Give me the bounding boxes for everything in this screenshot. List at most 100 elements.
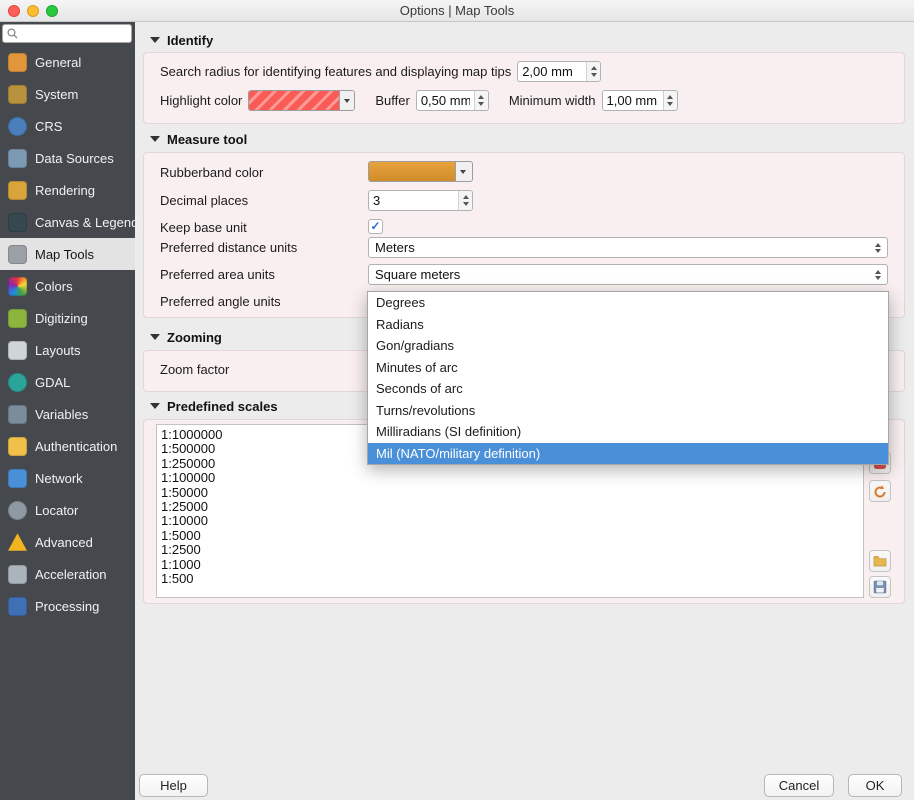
angle-option[interactable]: Seconds of arc xyxy=(368,378,888,400)
angle-option[interactable]: Mil (NATO/military definition) xyxy=(368,443,888,465)
keep-base-unit-label: Keep base unit xyxy=(160,220,247,236)
sidebar-item[interactable]: Advanced xyxy=(0,526,135,558)
angle-option[interactable]: Minutes of arc xyxy=(368,357,888,379)
warning-icon xyxy=(8,533,27,552)
search-radius-spinbox[interactable] xyxy=(517,61,601,82)
sidebar-item-label: CRS xyxy=(35,119,62,134)
sidebar-item-label: Colors xyxy=(35,279,73,294)
sidebar-item-label: Acceleration xyxy=(35,567,107,582)
folder-icon xyxy=(873,554,887,568)
sidebar-item[interactable]: GDAL xyxy=(0,366,135,398)
search-radius-row: Search radius for identifying features a… xyxy=(160,61,601,82)
sidebar-item[interactable]: Digitizing xyxy=(0,302,135,334)
scale-list-item[interactable]: 1:100000 xyxy=(161,471,863,485)
network-icon xyxy=(8,469,27,488)
digitizing-icon xyxy=(8,309,27,328)
keep-base-unit-checkbox[interactable]: ✓ xyxy=(368,219,383,234)
magnifier-icon xyxy=(8,501,27,520)
search-icon xyxy=(7,28,18,39)
sidebar: General System CRS Data Sources Renderin… xyxy=(0,22,135,800)
sidebar-item[interactable]: Network xyxy=(0,462,135,494)
sidebar-item-label: GDAL xyxy=(35,375,70,390)
buffer-spinbox[interactable] xyxy=(416,90,489,111)
cancel-button[interactable]: Cancel xyxy=(764,774,834,797)
sidebar-item[interactable]: General xyxy=(0,46,135,78)
combo-arrows-icon xyxy=(875,243,881,253)
buffer-input[interactable] xyxy=(417,91,474,110)
sidebar-item[interactable]: CRS xyxy=(0,110,135,142)
sidebar-item[interactable]: Rendering xyxy=(0,174,135,206)
export-scales-button[interactable] xyxy=(869,576,891,598)
processing-gear-icon xyxy=(8,597,27,616)
gears-icon xyxy=(8,85,27,104)
identify-section-header[interactable]: Identify xyxy=(150,32,213,48)
help-button[interactable]: Help xyxy=(139,774,208,797)
sidebar-item-label: Canvas & Legend xyxy=(35,215,138,230)
rubberband-color-button[interactable] xyxy=(368,161,473,182)
chip-icon xyxy=(8,565,27,584)
area-units-value: Square meters xyxy=(375,267,460,282)
min-width-spinbox[interactable] xyxy=(602,90,678,111)
highlight-color-button[interactable] xyxy=(248,90,355,111)
measure-section-header[interactable]: Measure tool xyxy=(150,131,247,147)
scales-section-header[interactable]: Predefined scales xyxy=(150,398,278,414)
map-tools-icon xyxy=(8,245,27,264)
angle-option[interactable]: Turns/revolutions xyxy=(368,400,888,422)
collapse-arrow-icon xyxy=(150,37,160,43)
restore-default-scales-button[interactable] xyxy=(869,480,891,502)
scales-header-label: Predefined scales xyxy=(167,399,278,414)
scale-list-item[interactable]: 1:50000 xyxy=(161,486,863,500)
sidebar-item[interactable]: Map Tools xyxy=(0,238,135,270)
import-scales-button[interactable] xyxy=(869,550,891,572)
scale-list-item[interactable]: 1:500 xyxy=(161,572,863,586)
distance-units-combobox[interactable]: Meters xyxy=(368,237,888,258)
titlebar: Options | Map Tools xyxy=(0,0,914,22)
sidebar-item-label: General xyxy=(35,55,81,70)
angle-option[interactable]: Radians xyxy=(368,314,888,336)
highlight-color-row: Highlight color Buffer Minimum width xyxy=(160,90,678,111)
distance-units-value: Meters xyxy=(375,240,415,255)
scale-list-item[interactable]: 1:1000 xyxy=(161,558,863,572)
sidebar-item[interactable]: System xyxy=(0,78,135,110)
sidebar-item-label: Map Tools xyxy=(35,247,94,262)
angle-units-dropdown: DegreesRadiansGon/gradiansMinutes of arc… xyxy=(367,291,889,465)
content-panel: Identify Measure tool Zooming Predefined… xyxy=(135,22,914,800)
min-width-input[interactable] xyxy=(603,91,663,110)
angle-option[interactable]: Gon/gradians xyxy=(368,335,888,357)
stepper-arrows-icon[interactable] xyxy=(586,62,600,81)
search-radius-input[interactable] xyxy=(518,62,586,81)
sidebar-item[interactable]: Acceleration xyxy=(0,558,135,590)
decimal-places-input[interactable] xyxy=(369,191,458,210)
scale-list-item[interactable]: 1:5000 xyxy=(161,529,863,543)
color-dropdown-arrow-icon[interactable] xyxy=(339,91,354,110)
sidebar-item[interactable]: Locator xyxy=(0,494,135,526)
decimal-places-label: Decimal places xyxy=(160,193,248,209)
color-dropdown-arrow-icon[interactable] xyxy=(455,162,470,181)
stepper-arrows-icon[interactable] xyxy=(663,91,677,110)
zooming-section-header[interactable]: Zooming xyxy=(150,329,222,345)
sidebar-item[interactable]: Canvas & Legend xyxy=(0,206,135,238)
sidebar-item[interactable]: Authentication xyxy=(0,430,135,462)
scale-list-item[interactable]: 1:2500 xyxy=(161,543,863,557)
decimal-places-spinbox[interactable] xyxy=(368,190,473,211)
sidebar-search[interactable] xyxy=(2,24,132,43)
sidebar-item[interactable]: Colors xyxy=(0,270,135,302)
ok-button[interactable]: OK xyxy=(848,774,902,797)
sidebar-item[interactable]: Processing xyxy=(0,590,135,622)
sidebar-item-label: Variables xyxy=(35,407,88,422)
scale-list-item[interactable]: 1:25000 xyxy=(161,500,863,514)
sidebar-item-label: Processing xyxy=(35,599,99,614)
stepper-arrows-icon[interactable] xyxy=(474,91,488,110)
stepper-arrows-icon[interactable] xyxy=(458,191,472,210)
sidebar-item[interactable]: Data Sources xyxy=(0,142,135,174)
sidebar-item[interactable]: Layouts xyxy=(0,334,135,366)
sidebar-item-label: Layouts xyxy=(35,343,81,358)
area-units-combobox[interactable]: Square meters xyxy=(368,264,888,285)
color-swatches-icon xyxy=(8,277,27,296)
angle-option[interactable]: Degrees xyxy=(368,292,888,314)
search-input[interactable] xyxy=(21,27,127,41)
scale-list-item[interactable]: 1:10000 xyxy=(161,514,863,528)
angle-option[interactable]: Milliradians (SI definition) xyxy=(368,421,888,443)
sidebar-item[interactable]: Variables xyxy=(0,398,135,430)
min-width-label: Minimum width xyxy=(509,93,596,108)
